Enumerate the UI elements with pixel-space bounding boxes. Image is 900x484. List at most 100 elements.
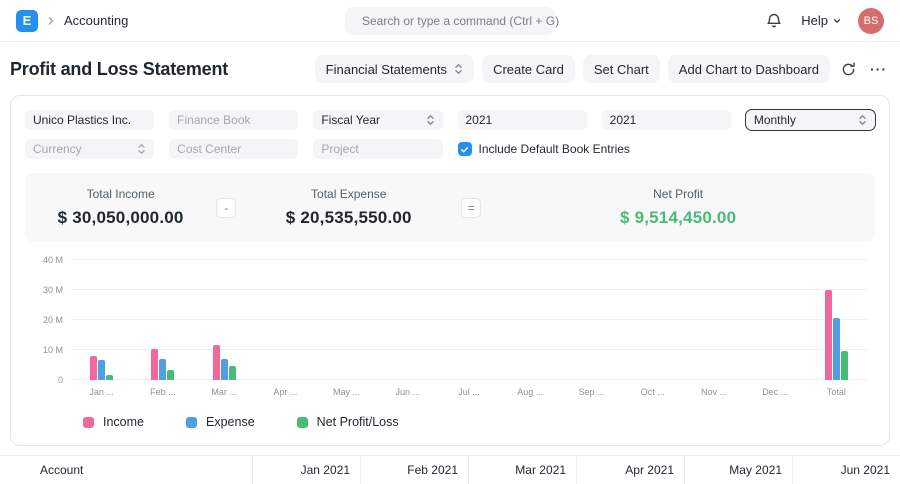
x-axis-label: Mar ...	[211, 387, 237, 397]
y-tick-label: 10 M	[42, 345, 63, 355]
search-placeholder: Search or type a command (Ctrl + G)	[362, 13, 560, 28]
create-card-label: Create Card	[493, 61, 564, 77]
bar-group	[316, 260, 377, 380]
x-axis-label: Sep ...	[578, 387, 605, 397]
bar-income	[90, 355, 98, 380]
column-header-account[interactable]: Account	[0, 456, 252, 484]
column-header-jun-2021[interactable]: Jun 2021	[792, 456, 900, 484]
equals-icon: =	[467, 200, 475, 215]
project-filter[interactable]: Project	[313, 139, 443, 159]
y-tick-label: 0	[57, 375, 63, 385]
refresh-button[interactable]	[838, 59, 859, 80]
refresh-icon	[842, 62, 855, 75]
check-icon	[460, 146, 469, 152]
notifications-button[interactable]	[763, 10, 785, 32]
net-profit-stat: Net Profit $ 9,514,450.00	[481, 187, 875, 228]
period-basis-value: Fiscal Year	[321, 113, 381, 127]
profit-loss-chart: 40 M 30 M 20 M 10 M 0 Jan ... Feb ... Mar ... A…	[25, 255, 875, 429]
period-basis-select[interactable]: Fiscal Year	[313, 110, 443, 130]
bar-income	[151, 349, 159, 380]
x-axis-label: Jun ...	[395, 387, 421, 397]
x-axis-label: May ...	[333, 387, 361, 397]
breadcrumb-chevron-right-icon	[48, 16, 54, 25]
end-year-filter[interactable]: 2021	[601, 110, 731, 130]
app-logo[interactable]: E	[16, 9, 38, 32]
minus-icon: -	[224, 200, 229, 215]
column-header-mar-2021[interactable]: Mar 2021	[468, 456, 576, 484]
page-title: Profit and Loss Statement	[10, 58, 229, 79]
include-default-book-entries-label: Include Default Book Entries	[478, 142, 630, 156]
cost-center-placeholder: Cost Center	[177, 142, 242, 156]
ellipsis-icon: ···	[870, 61, 887, 77]
legend-label: Expense	[206, 415, 255, 429]
end-year-value: 2021	[609, 113, 637, 127]
summary-strip: Total Income $ 30,050,000.00 - Total Exp…	[25, 173, 875, 242]
set-chart-button[interactable]: Set Chart	[582, 55, 660, 83]
net-profit-label: Net Profit	[653, 187, 704, 201]
checkbox-checked	[457, 142, 472, 156]
currency-placeholder: Currency	[33, 142, 82, 156]
chart-legend: Income Expense Net Profit/Loss	[83, 415, 867, 429]
chevron-up-down-icon	[138, 144, 145, 154]
report-card: Unico Plastics Inc. Finance Book Fiscal …	[10, 95, 890, 446]
more-menu-button[interactable]: ···	[867, 58, 890, 80]
add-chart-to-dashboard-button[interactable]: Add Chart to Dashboard	[667, 55, 830, 83]
global-search[interactable]: Search or type a command (Ctrl + G)	[345, 6, 559, 35]
bar-expense	[832, 318, 840, 380]
help-menu[interactable]: Help	[801, 13, 842, 28]
total-expense-label: Total Expense	[311, 187, 387, 201]
top-navbar: E Accounting Search or type a command (C…	[0, 0, 900, 42]
total-income-value: $ 30,050,000.00	[57, 208, 184, 227]
chevron-up-down-icon	[426, 115, 434, 125]
project-placeholder: Project	[321, 142, 359, 156]
x-axis-label: Jul ...	[458, 387, 480, 397]
page-header: Profit and Loss Statement Financial Stat…	[0, 42, 900, 95]
breadcrumb-accounting[interactable]: Accounting	[64, 13, 128, 28]
start-year-filter[interactable]: 2021	[457, 110, 587, 130]
x-axis-label: Aug ...	[517, 387, 544, 397]
currency-select[interactable]: Currency	[25, 139, 155, 159]
bar-group	[622, 260, 683, 380]
legend-item: Net Profit/Loss	[296, 415, 399, 429]
cost-center-filter[interactable]: Cost Center	[169, 139, 299, 159]
column-header-apr-2021[interactable]: Apr 2021	[576, 456, 684, 484]
column-header-feb-2021[interactable]: Feb 2021	[360, 456, 468, 484]
total-expense-value: $ 20,535,550.00	[285, 208, 412, 227]
create-card-button[interactable]: Create Card	[482, 55, 575, 83]
navbar-right: Help BS	[763, 7, 884, 34]
bar-net-profit-loss	[228, 365, 236, 380]
legend-item: Expense	[186, 415, 255, 429]
x-axis-label: Nov ...	[700, 387, 727, 397]
finance-book-filter[interactable]: Finance Book	[169, 110, 299, 130]
legend-swatch	[83, 416, 94, 428]
navbar-left: E Accounting	[16, 9, 128, 32]
column-header-jan-2021[interactable]: Jan 2021	[252, 456, 360, 484]
start-year-value: 2021	[465, 113, 493, 127]
set-chart-label: Set Chart	[593, 61, 649, 77]
filters-section: Unico Plastics Inc. Finance Book Fiscal …	[25, 109, 877, 159]
net-profit-value: $ 9,514,450.00	[620, 208, 737, 227]
financial-statements-dropdown[interactable]: Financial Statements	[314, 55, 475, 83]
bar-group	[806, 260, 867, 380]
chevron-up-down-icon	[455, 64, 462, 74]
bar-group	[377, 260, 438, 380]
bar-group	[71, 260, 132, 380]
y-tick-label: 40 M	[42, 255, 63, 265]
legend-label: Net Profit/Loss	[316, 415, 399, 429]
bar-group	[561, 260, 622, 380]
user-avatar[interactable]: BS	[858, 7, 884, 34]
chart-x-labels: Jan ... Feb ... Mar ... Apr ... May ... Jun .…	[71, 387, 867, 397]
bar-net-profit-loss	[106, 375, 114, 380]
bar-income	[824, 289, 832, 380]
x-axis-label: Feb ...	[150, 387, 176, 397]
periodicity-select[interactable]: Monthly	[744, 109, 877, 131]
include-default-book-entries-checkbox[interactable]: Include Default Book Entries	[457, 139, 876, 159]
company-filter[interactable]: Unico Plastics Inc.	[25, 110, 155, 130]
bar-group	[438, 260, 499, 380]
y-tick-label: 20 M	[42, 315, 63, 325]
chevron-down-icon	[833, 18, 841, 23]
help-label: Help	[801, 13, 828, 28]
chart-plot: 40 M 30 M 20 M 10 M 0	[43, 255, 867, 385]
x-axis-label: Apr ...	[273, 387, 298, 397]
column-header-may-2021[interactable]: May 2021	[684, 456, 792, 484]
